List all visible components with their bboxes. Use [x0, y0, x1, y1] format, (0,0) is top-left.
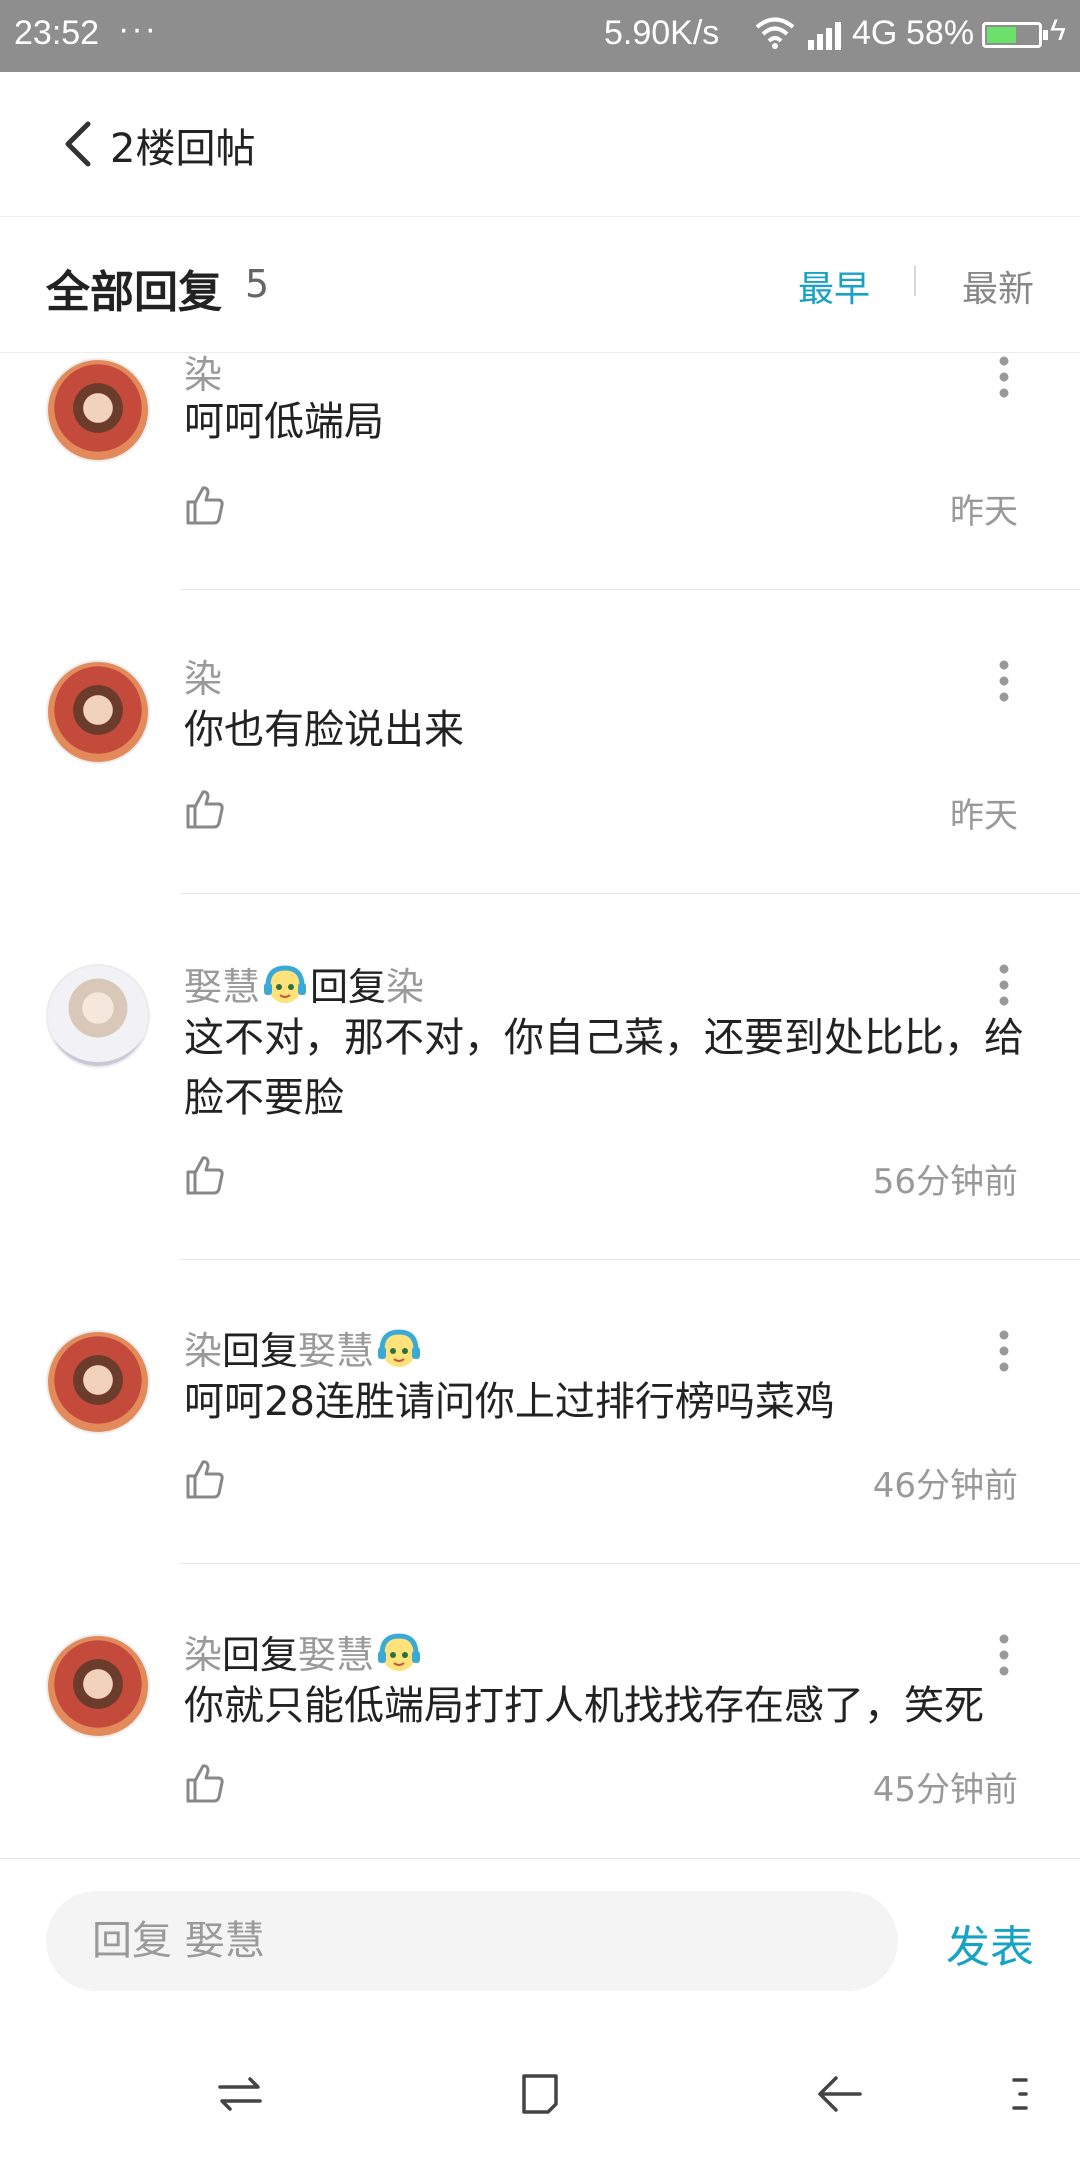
comment-author: 染回复娶慧	[184, 1320, 424, 1375]
net-speed: 5.90K/s	[604, 14, 720, 52]
reply-label: 回复	[222, 1633, 299, 1677]
comment-author: 染	[184, 648, 222, 703]
comment-list: 染 呵呵低端局 昨天 染 你也有脸说出来 昨天 娶慧 回复染 这不对，那不对，你…	[0, 354, 1080, 1858]
comment-item: 染回复娶慧 你就只能低端局打打人机找找存在感了，笑死 45分钟前	[0, 1564, 1080, 1858]
level-badge-icon	[378, 1633, 421, 1671]
more-options-icon[interactable]	[996, 658, 1012, 704]
top-bar: 2楼回帖	[0, 72, 1080, 217]
battery-icon	[982, 22, 1048, 48]
thumbs-up-icon[interactable]	[184, 1154, 226, 1196]
thumbs-up-icon[interactable]	[184, 1458, 226, 1500]
author-name[interactable]: 染	[184, 1633, 222, 1677]
status-bar: 23:52 ··· 5.90K/s 4G 58% ϟ	[0, 0, 1080, 72]
all-replies-title: 全部回复	[46, 267, 222, 318]
signal-icon	[808, 22, 841, 50]
more-options-icon[interactable]	[996, 1328, 1012, 1374]
chevron-left-icon[interactable]	[54, 116, 102, 172]
comment-item: 娶慧 回复染 这不对，那不对，你自己菜，还要到处比比，给脸不要脸 56分钟前	[0, 894, 1080, 1260]
sort-newest-button[interactable]: 最新	[962, 260, 1034, 312]
switch-icon[interactable]	[216, 2074, 264, 2114]
charging-icon: ϟ	[1050, 14, 1066, 47]
comment-text: 呵呵28连胜请问你上过排行榜吗菜鸡	[184, 1379, 835, 1425]
avatar[interactable]	[46, 1330, 150, 1434]
author-name[interactable]: 娶慧	[184, 965, 260, 1009]
reply-sheet: 2楼回帖 全部回复 5 最早 最新 染 呵呵低端局 昨天 染 你也有脸说出来 昨…	[0, 72, 1080, 2160]
reply-bar: 发表	[0, 1858, 1080, 1999]
comment-author: 娶慧 回复染	[184, 956, 424, 1011]
avatar[interactable]	[46, 358, 150, 462]
comment-text: 你就只能低端局打打人机找找存在感了，笑死	[184, 1683, 984, 1729]
comment-item: 染回复娶慧 呵呵28连胜请问你上过排行榜吗菜鸡 46分钟前	[0, 1260, 1080, 1564]
reply-target[interactable]: 娶慧	[298, 1633, 374, 1677]
comment-text: 你也有脸说出来	[184, 707, 464, 753]
thumbs-up-icon[interactable]	[184, 1762, 226, 1804]
level-badge-icon	[378, 1329, 421, 1367]
reply-target[interactable]: 染	[386, 965, 424, 1009]
comment-author: 染回复娶慧	[184, 1624, 424, 1679]
reply-input[interactable]	[46, 1891, 898, 1991]
comment-text: 呵呵低端局	[184, 399, 384, 445]
send-button[interactable]: 发表	[946, 1911, 1034, 1975]
battery-percent: 58%	[906, 14, 975, 52]
comment-time: 56分钟前	[872, 1162, 1018, 1202]
comment-time: 昨天	[950, 492, 1018, 532]
more-options-icon[interactable]	[996, 962, 1012, 1008]
comment-text: 这不对，那不对，你自己菜，还要到处比比，给脸不要脸	[184, 1015, 1024, 1121]
status-time: 23:52	[14, 14, 100, 52]
home-icon[interactable]	[516, 2070, 564, 2118]
reply-target[interactable]: 娶慧	[298, 1329, 374, 1373]
comment-time: 昨天	[950, 796, 1018, 836]
comment-time: 45分钟前	[872, 1770, 1018, 1810]
wifi-icon	[755, 17, 795, 49]
author-name[interactable]: 染	[184, 354, 222, 397]
more-notifications-icon: ···	[118, 10, 158, 48]
reply-header: 全部回复 5 最早 最新	[0, 216, 1080, 353]
avatar[interactable]	[46, 964, 150, 1068]
network-type: 4G	[852, 14, 898, 52]
sort-divider	[914, 266, 916, 296]
avatar[interactable]	[46, 660, 150, 764]
level-badge-icon	[264, 965, 307, 1003]
reply-count: 5	[245, 262, 270, 306]
author-name[interactable]: 染	[184, 657, 222, 701]
thumbs-up-icon[interactable]	[184, 484, 226, 526]
reply-label: 回复	[310, 965, 387, 1009]
comment-item: 染 你也有脸说出来 昨天	[0, 590, 1080, 894]
comment-time: 46分钟前	[872, 1466, 1018, 1506]
sort-earliest-button[interactable]: 最早	[798, 260, 870, 312]
reply-label: 回复	[222, 1329, 299, 1373]
system-nav-bar	[0, 2030, 1080, 2160]
menu-icon[interactable]	[1010, 2074, 1030, 2114]
more-options-icon[interactable]	[996, 1632, 1012, 1678]
author-name[interactable]: 染	[184, 1329, 222, 1373]
avatar[interactable]	[46, 1634, 150, 1738]
back-icon[interactable]	[816, 2072, 864, 2116]
comment-item: 染 呵呵低端局 昨天	[0, 354, 1080, 590]
thumbs-up-icon[interactable]	[184, 788, 226, 830]
page-title: 2楼回帖	[110, 126, 256, 172]
